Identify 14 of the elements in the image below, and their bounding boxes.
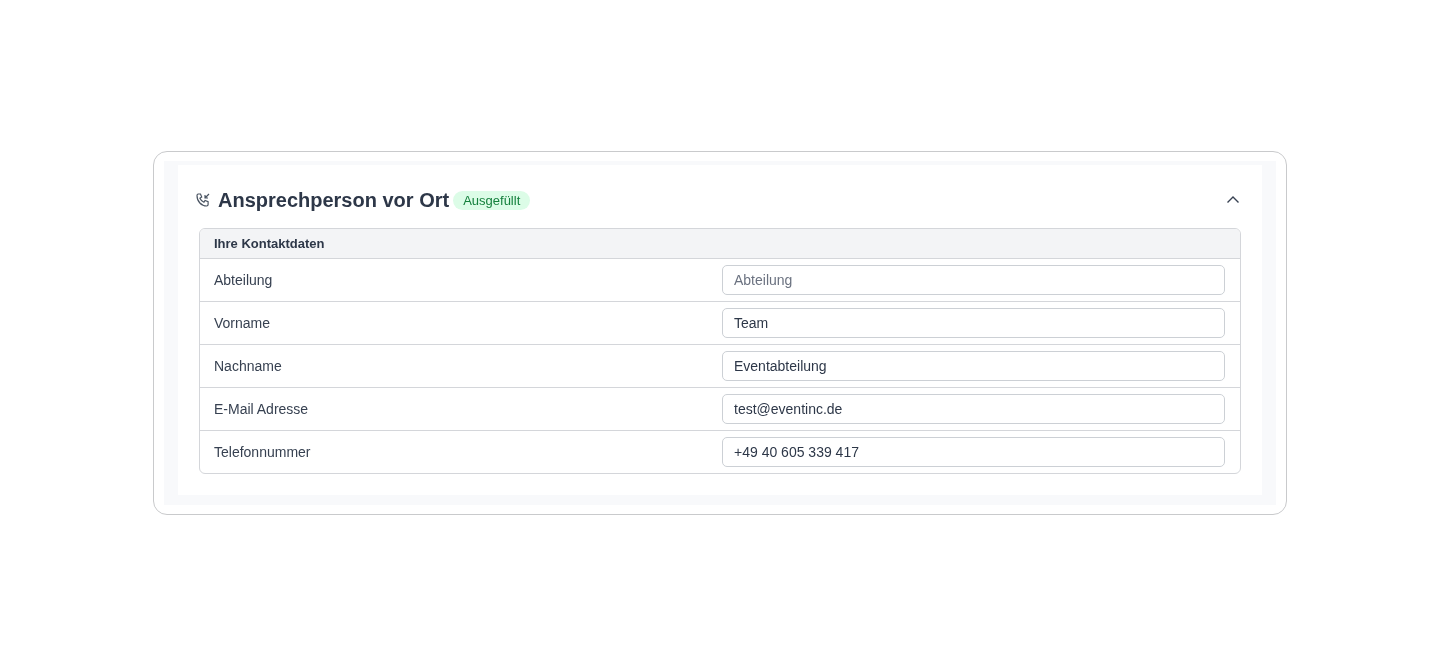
input-field[interactable]: test@eventinc.de <box>722 394 1225 424</box>
table-heading: Ihre Kontaktdaten <box>200 229 1240 259</box>
field-label: Nachname <box>214 358 283 374</box>
input-field[interactable]: Eventabteilung <box>722 351 1225 381</box>
input-field[interactable]: +49 40 605 339 417 <box>722 437 1225 467</box>
field-label: Vorname <box>214 315 272 331</box>
phone-icon <box>195 192 211 208</box>
status-badge: Ausgefüllt <box>453 190 531 210</box>
input-field[interactable]: Abteilung <box>722 265 1225 295</box>
field-label: Abteilung <box>214 272 274 288</box>
input-field[interactable]: Team <box>722 308 1225 338</box>
field-label: Telefonnummer <box>214 444 312 460</box>
field-label: E-Mail Adresse <box>214 401 310 417</box>
section-title: Ansprechperson vor Ort <box>218 188 450 212</box>
